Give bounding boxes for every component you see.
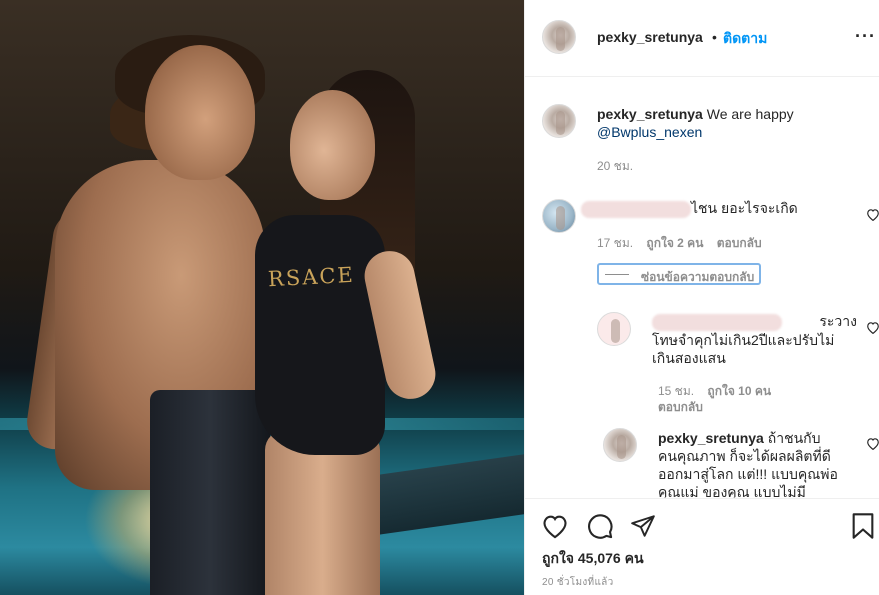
reply-time[interactable]: 15 ชม. xyxy=(658,384,694,398)
more-options-icon[interactable]: ··· xyxy=(855,26,876,47)
post-sidebar: pexky_sretunya • ติดตาม ··· pexky_sretun… xyxy=(524,0,879,595)
swimsuit-print: RSACE xyxy=(267,262,356,292)
caption-avatar[interactable] xyxy=(542,104,576,138)
comment-reply-button[interactable]: ตอบกลับ xyxy=(717,236,762,250)
comment-meta: 17 ชม. ถูกใจ 2 คน ตอบกลับ xyxy=(597,234,762,253)
follow-button[interactable]: ติดตาม xyxy=(723,28,767,50)
replies-divider xyxy=(605,274,629,275)
comments-list[interactable]: pexky_sretunya We are happy @Bwplus_nexe… xyxy=(525,78,879,498)
reply-likes[interactable]: ถูกใจ 10 คน xyxy=(707,384,771,398)
photo-figure-woman-head xyxy=(290,90,375,200)
comment-time[interactable]: 17 ชม. xyxy=(597,236,633,250)
reply-text: ระวาง โทษจำคุกไม่เกิน2ปีและปรับไม่ เกินส… xyxy=(652,313,857,366)
bookmark-save-icon[interactable] xyxy=(851,512,875,540)
post-actions: ถูกใจ 45,076 คน 20 ชั่วโมงที่แล้ว xyxy=(525,498,879,595)
likes-count[interactable]: ถูกใจ 45,076 คน xyxy=(542,548,644,570)
comment-avatar[interactable] xyxy=(542,199,576,233)
reply-like-heart-icon[interactable] xyxy=(866,437,879,450)
reply-text: pexky_sretunya ถ้าชนกับ คนคุณภาพ ก็จะได้… xyxy=(658,430,838,498)
hide-replies-button[interactable]: ซ่อนข้อความตอบกลับ xyxy=(597,263,761,285)
photo-figure-head xyxy=(145,45,255,180)
caption: pexky_sretunya We are happy @Bwplus_nexe… xyxy=(597,105,857,141)
caption-text: We are happy xyxy=(706,106,794,122)
reply-username[interactable]: pexky_sretunya xyxy=(658,430,764,446)
redacted-username xyxy=(652,313,782,331)
redacted-username xyxy=(581,200,691,218)
photo-figure-woman xyxy=(255,215,385,455)
reply-meta: 15 ชม. ถูกใจ 10 คน ตอบกลับ xyxy=(658,383,771,415)
comment-likes[interactable]: ถูกใจ 2 คน xyxy=(646,236,703,250)
comment-bubble-icon[interactable] xyxy=(586,512,614,540)
comment-like-heart-icon[interactable] xyxy=(866,208,879,221)
reply-like-heart-icon[interactable] xyxy=(866,321,879,334)
post-time[interactable]: 20 ชั่วโมงที่แล้ว xyxy=(542,575,614,590)
reply-avatar[interactable] xyxy=(597,312,631,346)
photo-figure-shorts xyxy=(150,390,270,595)
caption-time[interactable]: 20 ชม. xyxy=(597,157,633,176)
caption-mention[interactable]: @Bwplus_nexen xyxy=(597,124,702,140)
share-send-icon[interactable] xyxy=(630,513,656,539)
header-username[interactable]: pexky_sretunya xyxy=(597,29,703,45)
separator-dot: • xyxy=(712,29,717,45)
comment-text: ไชน ยอะไรจะเกิด xyxy=(581,199,851,218)
like-heart-icon[interactable] xyxy=(541,513,569,539)
caption-username[interactable]: pexky_sretunya xyxy=(597,106,703,122)
post-photo[interactable]: RSACE xyxy=(0,0,524,595)
reply-avatar[interactable] xyxy=(603,428,637,462)
avatar[interactable] xyxy=(542,20,576,54)
reply-reply-button[interactable]: ตอบกลับ xyxy=(658,400,703,414)
post-header: pexky_sretunya • ติดตาม ··· xyxy=(525,0,879,77)
